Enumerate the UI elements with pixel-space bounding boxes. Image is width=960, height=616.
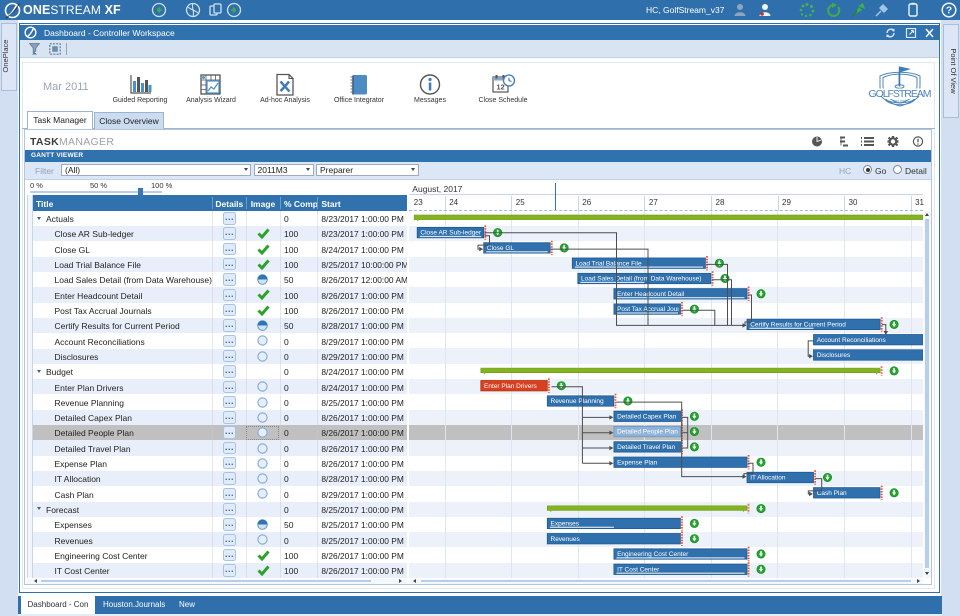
svg-text:IT Allocation: IT Allocation [750, 475, 786, 482]
svg-text:Account Reconciliations: Account Reconciliations [817, 337, 887, 344]
svg-text:Enter Plan Drivers: Enter Plan Drivers [484, 383, 537, 390]
svg-text:Detailed Travel Plan: Detailed Travel Plan [617, 444, 676, 451]
svg-text:Detailed Capex Plan: Detailed Capex Plan [617, 413, 677, 420]
svg-text:IT Cost Center: IT Cost Center [617, 566, 660, 573]
svg-text:Expense Plan: Expense Plan [617, 459, 657, 466]
svg-text:Enter Headcount Detail: Enter Headcount Detail [617, 291, 685, 298]
svg-text:Close AR Sub-ledger: Close AR Sub-ledger [420, 230, 482, 237]
svg-text:Load Sales Detail (from Data W: Load Sales Detail (from Data Warehouse) [581, 276, 701, 283]
svg-text:Certify Results for Current Pe: Certify Results for Current Period [750, 322, 846, 329]
svg-text:Engineering Cost Center: Engineering Cost Center [617, 551, 689, 558]
svg-text:Detailed People Plan: Detailed People Plan [617, 429, 678, 436]
svg-text:Expenses: Expenses [551, 521, 580, 528]
svg-text:Revenue Planning: Revenue Planning [551, 398, 605, 405]
svg-text:Load Trial Balance File: Load Trial Balance File [576, 260, 643, 267]
svg-text:Revenues: Revenues [551, 536, 581, 543]
svg-text:Close GL: Close GL [487, 245, 514, 252]
svg-text:Disclosures: Disclosures [817, 352, 851, 359]
